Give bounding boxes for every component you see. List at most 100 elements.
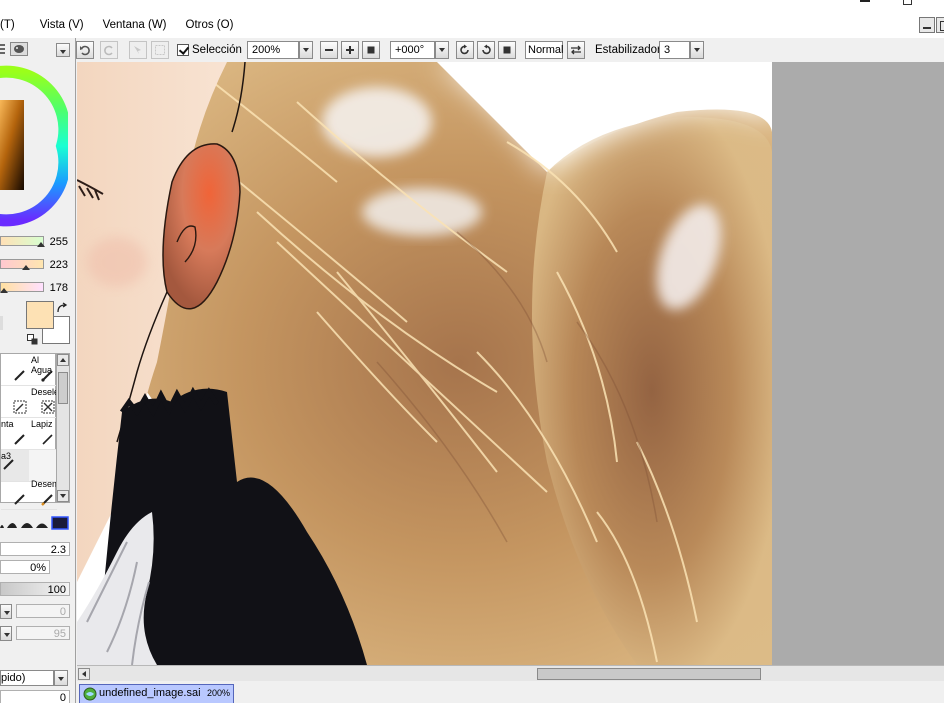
plus-icon (346, 46, 354, 54)
deselect-icon (41, 400, 55, 414)
density-field[interactable]: 100 (0, 582, 70, 596)
artwork-illustration (77, 62, 772, 665)
tool-list: Al Agua Deselec. nta Lapiz a3 (0, 353, 57, 510)
brush-size-field[interactable]: 2.3 (0, 542, 70, 556)
app-window: (T) Vista (V) Ventana (W) Otros (O) Sele… (0, 0, 944, 703)
blue-slider-caret (0, 288, 8, 293)
blend-mode-field[interactable]: Normal (525, 41, 563, 59)
quality-mode-dropdown-button[interactable] (54, 670, 68, 686)
window-restore-icon[interactable] (903, 0, 912, 5)
brush-shape-icons[interactable] (0, 515, 70, 531)
quality-mode-field[interactable]: pido) (0, 670, 54, 686)
primary-color-swatch[interactable] (26, 301, 54, 329)
red-value: 255 (49, 236, 68, 248)
tool-watercolor[interactable]: Al Agua (29, 354, 57, 386)
zoom-field[interactable]: 200% (247, 41, 299, 59)
swap-colors-icon[interactable] (56, 302, 68, 314)
menu-view[interactable]: Vista (V) (36, 18, 84, 32)
min-size-field[interactable]: 0% (0, 560, 50, 574)
document-minimize-button[interactable] (919, 17, 935, 33)
marker-icon (14, 494, 25, 505)
zoom-dropdown-button[interactable] (299, 41, 313, 59)
undo-button[interactable] (76, 41, 94, 59)
zoom-reset-button[interactable] (362, 41, 380, 59)
green-slider-caret (22, 265, 30, 270)
redo-icon (104, 45, 113, 56)
tool-pencil-label: Lapiz (31, 419, 53, 429)
menu-window[interactable]: Ventana (W) (99, 18, 167, 32)
document-zoom: 200% (207, 688, 231, 698)
pencil-icon (42, 434, 53, 445)
color-mode-button[interactable] (10, 42, 28, 56)
pen-icon (14, 434, 25, 445)
canvas-area[interactable] (77, 62, 944, 665)
window-minimize-icon[interactable] (860, 0, 870, 2)
rotation-field[interactable]: +000° (390, 41, 435, 59)
stabilizer-field[interactable]: 3 (659, 41, 690, 59)
invert-selection-button[interactable] (151, 41, 169, 59)
zoom-out-button[interactable] (320, 41, 338, 59)
artwork-canvas[interactable] (77, 62, 772, 665)
scroll-left-button[interactable] (78, 668, 90, 680)
tool-list-scroll-thumb[interactable] (58, 372, 68, 404)
reset-colors-icon[interactable] (27, 334, 38, 345)
green-value: 223 (49, 259, 68, 271)
tool-pen[interactable]: nta (1, 418, 29, 450)
document-tab-bar: undefined_image.sai 200% (77, 682, 944, 703)
tool-unnamed-2[interactable] (1, 386, 29, 418)
tool-unnamed-3[interactable] (1, 478, 29, 510)
tool-pen-label: nta (1, 419, 14, 429)
blur-brush-icon (41, 494, 53, 506)
tool-unnamed-1[interactable] (1, 354, 29, 386)
stabilizer-dropdown-button[interactable] (690, 41, 704, 59)
texture-dropdown-button[interactable] (0, 604, 12, 619)
menu-items: (T) Vista (V) Ventana (W) Otros (O) (0, 18, 248, 32)
palette-icon (14, 45, 24, 53)
menu-image[interactable]: (T) (0, 18, 15, 32)
blending-dropdown-button[interactable] (0, 626, 12, 641)
tool-pencil[interactable]: Lapiz (29, 418, 57, 450)
rotation-dropdown-button[interactable] (435, 41, 449, 59)
rotate-left-button[interactable] (456, 41, 474, 59)
document-globe-icon (83, 687, 97, 701)
zoom-in-button[interactable] (341, 41, 359, 59)
tool-list-scrollbar[interactable] (56, 353, 70, 503)
rotate-left-icon (460, 44, 469, 55)
minus-icon (325, 49, 333, 51)
square-icon (503, 46, 511, 54)
flip-arrows-icon (571, 45, 581, 55)
selection-box-icon (155, 45, 165, 55)
selection-label: Selección (192, 44, 242, 56)
bottom-value-field[interactable]: 0 (0, 690, 70, 703)
canvas-horizontal-scrollbar[interactable] (77, 665, 944, 681)
document-filename: undefined_image.sai (99, 687, 201, 699)
brush-shape-row (0, 515, 70, 531)
swatch-edge (0, 316, 3, 330)
rotate-right-button[interactable] (477, 41, 495, 59)
left-panel: 255 223 178 Al Agua Deselec. (0, 38, 76, 703)
menu-bar: (T) Vista (V) Ventana (W) Otros (O) (0, 0, 944, 38)
selection-checkbox[interactable] (177, 44, 189, 56)
toolbar: Selección 200% +000° Normal Estabilizado… (0, 38, 944, 62)
rotation-reset-button[interactable] (498, 41, 516, 59)
scroll-down-button[interactable] (57, 490, 69, 502)
scroll-up-button[interactable] (57, 354, 69, 366)
panel-menu-button[interactable] (56, 43, 70, 57)
color-wheel[interactable] (0, 60, 68, 230)
tool-blur[interactable]: Desenf. (29, 478, 57, 510)
selection-arrow-icon (134, 46, 141, 54)
texture-value-field[interactable]: 0 (16, 604, 70, 618)
watercolor-brush-icon (41, 370, 53, 382)
menu-other[interactable]: Otros (O) (182, 18, 234, 32)
blending-value-field[interactable]: 95 (16, 626, 70, 640)
redo-button[interactable] (100, 41, 118, 59)
stabilizer-label: Estabilizador (595, 44, 661, 56)
undo-icon (80, 45, 90, 56)
document-maximize-button[interactable] (936, 17, 944, 33)
document-tab[interactable]: undefined_image.sai 200% (79, 684, 234, 703)
tool-deselect[interactable]: Deselec. (29, 386, 57, 418)
square-icon (367, 46, 375, 54)
deselect-button[interactable] (129, 41, 147, 59)
flip-horizontal-button[interactable] (567, 41, 585, 59)
canvas-scroll-thumb[interactable] (537, 668, 761, 680)
